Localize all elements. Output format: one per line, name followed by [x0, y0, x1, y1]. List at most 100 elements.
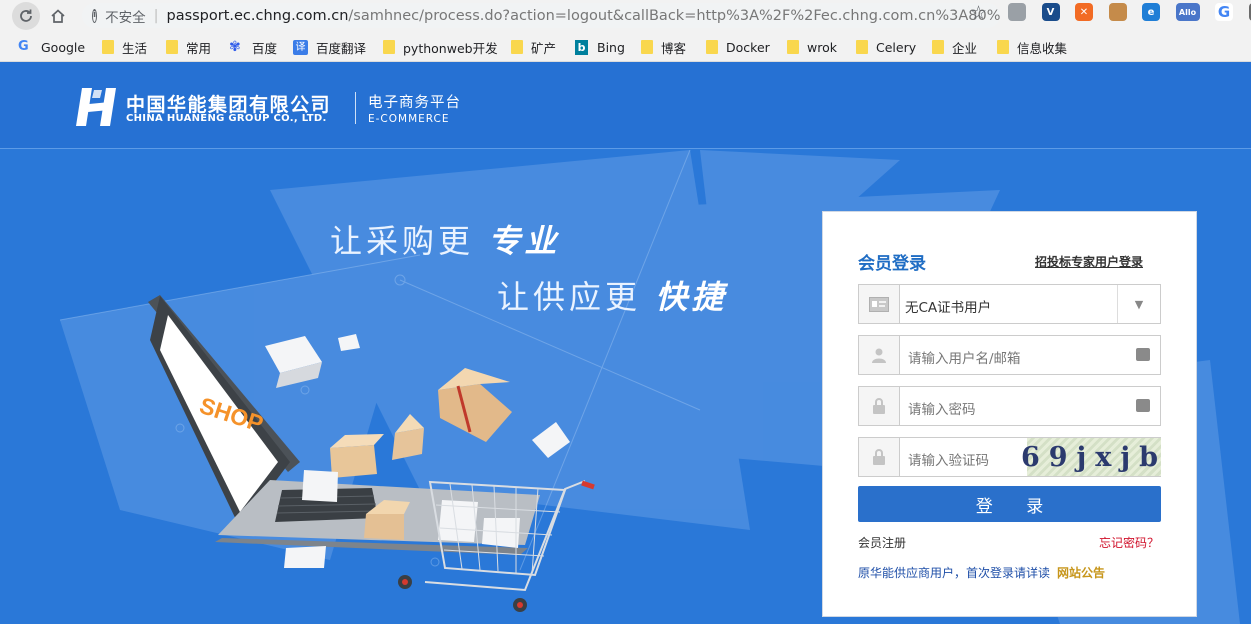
account-type-select[interactable]: 无CA证书用户 ▼: [858, 284, 1161, 324]
forgot-password-link[interactable]: 忘记密码？: [1099, 534, 1159, 551]
x-ext-icon[interactable]: ✕: [1075, 3, 1093, 21]
username-field[interactable]: 请输入用户名/邮箱: [858, 335, 1161, 375]
reload-icon: [20, 9, 32, 22]
google-icon: G: [18, 39, 29, 54]
info-icon[interactable]: i: [92, 8, 98, 23]
keyboard-icon[interactable]: [1136, 399, 1150, 412]
cookie-ext-icon[interactable]: [1108, 3, 1127, 21]
home-icon: [51, 8, 65, 23]
bookmark-folder-2[interactable]: 常用: [166, 38, 211, 56]
bookmark-folder-10[interactable]: wrok: [787, 38, 837, 56]
url-separator: |: [153, 7, 159, 24]
slogan-1-prefix: 让采购更: [330, 222, 475, 260]
bookmark-label: wrok: [807, 39, 837, 55]
address-bar[interactable]: i 不安全 | passport.ec.chng.com.cn/samhnec/…: [82, 3, 1000, 28]
slogan-line-2: 让供应更 快捷: [497, 272, 727, 318]
folder-icon: [166, 40, 178, 54]
folder-icon: [383, 40, 395, 54]
folder-icon: [997, 40, 1009, 54]
logo-divider: [355, 92, 356, 124]
home-button[interactable]: [44, 2, 72, 30]
allo-ext-icon[interactable]: Allo: [1175, 3, 1200, 21]
bookmarks-bar: G Google 生活 常用 ✾ 百度译百度翻译 pythonweb开发 矿产 b Bing 博客 D…: [0, 31, 1251, 62]
bookmark-translate-4[interactable]: 译百度翻译: [293, 38, 366, 56]
google-ext-icon[interactable]: G: [1215, 3, 1233, 21]
bookmark-label: 博客: [661, 40, 687, 56]
e-ext-icon[interactable]: e: [1142, 3, 1160, 21]
bookmark-folder-6[interactable]: 矿产: [511, 38, 556, 56]
bookmark-label: Bing: [597, 39, 625, 55]
page-content: 中国华能集团有限公司 CHINA HUANENG GROUP CO., LTD.…: [0, 62, 1251, 624]
url-path: /samhnec/process.do?action=logout&callBa…: [348, 7, 1000, 24]
bookmark-label: 百度翻译: [316, 40, 367, 56]
reload-button[interactable]: [12, 1, 40, 30]
platform-name-en: E-COMMERCE: [368, 113, 450, 125]
bookmark-folder-5[interactable]: pythonweb开发: [383, 38, 498, 56]
register-link[interactable]: 会员注册: [858, 534, 906, 551]
bookmark-label: 百度: [252, 40, 278, 56]
id-card-icon: [859, 285, 900, 323]
bookmark-folder-8[interactable]: 博客: [641, 38, 686, 56]
bookmark-label: 生活: [122, 40, 148, 56]
announcement-link[interactable]: 网站公告: [1057, 564, 1105, 581]
lock-icon: [859, 438, 900, 476]
slogan-1-emphasis: 专业: [488, 222, 561, 260]
login-title: 会员登录: [858, 254, 926, 274]
bookmark-label: 企业: [952, 40, 978, 56]
chevron-down-icon[interactable]: ▼: [1117, 285, 1160, 323]
account-type-value: 无CA证书用户: [905, 300, 992, 316]
password-field[interactable]: 请输入密码: [858, 386, 1161, 426]
bookmark-google-0[interactable]: G Google: [18, 38, 85, 56]
shield-ext-icon[interactable]: [1008, 3, 1026, 21]
translate-icon: 译: [293, 39, 308, 55]
slogan-2-prefix: 让供应更: [497, 278, 642, 316]
slogan-2-emphasis: 快捷: [655, 278, 728, 316]
folder-icon: [787, 40, 799, 54]
bookmark-baidu-3[interactable]: ✾ 百度: [229, 38, 277, 56]
baidu-icon: ✾: [229, 38, 241, 55]
captcha-placeholder: 请输入验证码: [908, 453, 989, 469]
user-icon: [859, 336, 900, 374]
folder-icon: [706, 40, 718, 54]
bookmark-label: pythonweb开发: [403, 40, 498, 56]
bookmark-folder-1[interactable]: 生活: [102, 38, 147, 56]
huaneng-logo-icon: [76, 88, 116, 126]
folder-icon: [511, 40, 523, 54]
bookmark-folder-9[interactable]: Docker: [706, 38, 770, 56]
lock-icon: [859, 387, 900, 425]
password-placeholder: 请输入密码: [908, 402, 976, 418]
company-name-en: CHINA HUANENG GROUP CO., LTD.: [126, 113, 327, 124]
folder-icon: [856, 40, 868, 54]
expert-login-link[interactable]: 招投标专家用户登录: [1035, 253, 1143, 270]
keyboard-icon[interactable]: [1136, 348, 1150, 361]
bookmark-label: 常用: [186, 40, 212, 56]
supplier-notice-text: 原华能供应商用户，首次登录请详读: [858, 566, 1051, 580]
security-label: 不安全: [105, 9, 146, 26]
bookmark-label: 信息收集: [1017, 40, 1068, 56]
bookmark-bing-7[interactable]: b Bing: [575, 38, 625, 56]
bookmark-label: Celery: [876, 39, 917, 55]
folder-icon: [932, 40, 944, 54]
url-host: passport.ec.chng.com.cn: [166, 7, 349, 24]
login-panel: 会员登录 招投标专家用户登录 无CA证书用户 ▼ 请输入用户名/邮箱 请输入密码: [822, 211, 1197, 617]
bookmark-label: 矿产: [531, 40, 557, 56]
captcha-field[interactable]: 请输入验证码 69jxjb: [858, 437, 1161, 477]
v-ext-icon[interactable]: V: [1041, 3, 1060, 21]
bookmark-folder-11[interactable]: Celery: [856, 38, 916, 56]
extensions-bar: V ✕ e Allo G: [1008, 3, 1251, 21]
bookmark-folder-13[interactable]: 信息收集: [997, 38, 1067, 56]
username-placeholder: 请输入用户名/邮箱: [908, 351, 1021, 367]
captcha-image[interactable]: 69jxjb: [1021, 438, 1161, 476]
folder-icon: [641, 40, 653, 54]
platform-name-cn: 电子商务平台: [368, 95, 461, 111]
bing-icon: b: [575, 39, 588, 55]
bookmark-folder-12[interactable]: 企业: [932, 38, 977, 56]
folder-icon: [102, 40, 114, 54]
slogan-line-1: 让采购更 专业: [330, 216, 560, 262]
browser-toolbar: i 不安全 | passport.ec.chng.com.cn/samhnec/…: [0, 0, 1251, 31]
bookmark-star-icon[interactable]: ☆: [970, 2, 987, 24]
bookmark-label: Docker: [726, 39, 770, 55]
bookmark-label: Google: [41, 39, 86, 55]
login-button[interactable]: 登 录: [858, 486, 1161, 522]
site-header: 中国华能集团有限公司 CHINA HUANENG GROUP CO., LTD.…: [0, 62, 1251, 149]
